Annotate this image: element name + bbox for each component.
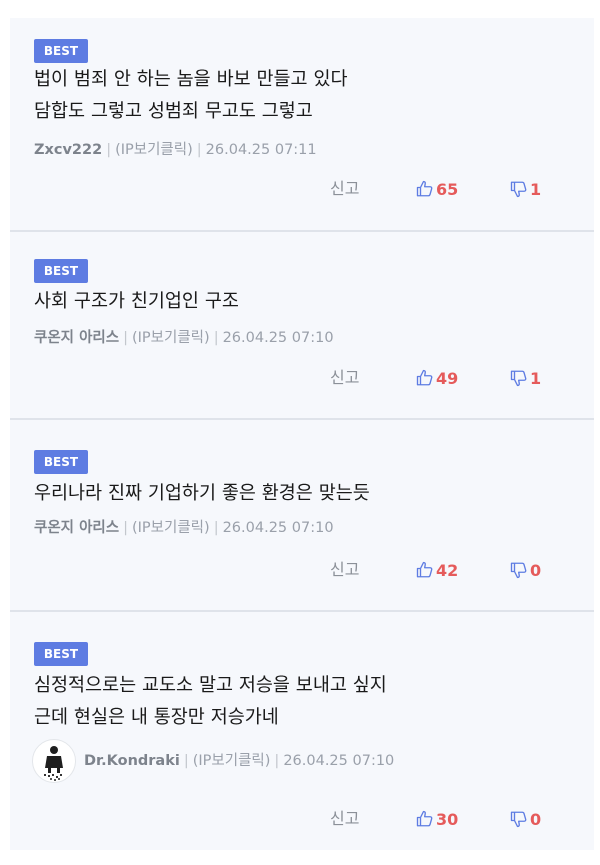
meta-divider: |: [123, 330, 128, 346]
comment-text-line: 근데 현실은 내 통장만 저승가네: [34, 707, 279, 728]
thumbs-up-icon: [416, 810, 433, 827]
best-badge: BEST: [34, 259, 88, 283]
report-button[interactable]: 신고: [330, 558, 359, 582]
comment-text-line: 사회 구조가 친기업인 구조: [34, 291, 239, 312]
meta-divider: |: [274, 753, 280, 769]
author-name[interactable]: Dr.Kondraki: [84, 751, 180, 771]
like-count: 49: [436, 368, 459, 388]
like-count: 42: [436, 560, 459, 580]
meta-divider: |: [196, 142, 202, 158]
meta-divider: |: [213, 520, 219, 536]
ip-view-link[interactable]: (IP보기클릭): [132, 518, 210, 538]
dislike-button[interactable]: 1: [510, 177, 541, 201]
comment-meta: 쿠온지 아리스 | (IP보기클릭) | 26.04.25 07:10: [34, 518, 334, 538]
thumbs-down-icon: [510, 181, 527, 198]
thumbs-down-icon: [510, 370, 527, 387]
report-button[interactable]: 신고: [330, 177, 359, 201]
like-button[interactable]: 65: [416, 177, 458, 201]
author-name[interactable]: Zxcv222: [34, 140, 102, 160]
comment-text-line: 법이 범죄 안 하는 놈을 바보 만들고 있다: [34, 69, 348, 90]
comment-date: 26.04.25 07:10: [283, 753, 395, 769]
author-name[interactable]: 쿠온지 아리스: [34, 518, 119, 538]
best-badge: BEST: [34, 39, 88, 63]
comment-meta: Dr.Kondraki | (IP보기클릭) | 26.04.25 07:10: [32, 738, 394, 784]
meta-divider: |: [183, 753, 189, 769]
like-count: 65: [436, 179, 459, 199]
ip-view-link[interactable]: (IP보기클릭): [193, 751, 271, 771]
best-badge: BEST: [34, 642, 88, 666]
comment-list: BEST 법이 범죄 안 하는 놈을 바보 만들고 있다 담합도 그렇고 성범죄…: [10, 18, 594, 850]
comment-item: BEST 우리나라 진짜 기업하기 좋은 환경은 맞는듯 쿠온지 아리스 | (…: [10, 420, 594, 610]
dislike-count: 1: [530, 368, 542, 388]
ip-view-link[interactable]: (IP보기클릭): [132, 328, 210, 348]
report-button[interactable]: 신고: [330, 807, 359, 831]
dislike-button[interactable]: 0: [510, 807, 541, 831]
comment-text-line: 담합도 그렇고 성범죄 무고도 그렇고: [34, 101, 313, 122]
thumbs-down-icon: [510, 562, 527, 579]
comment-actions: 신고 30 0: [10, 807, 594, 831]
dislike-count: 0: [530, 560, 542, 580]
comment-text-line: 심정적으로는 교도소 말고 저승을 보내고 싶지: [34, 675, 387, 696]
dislike-button[interactable]: 1: [510, 366, 541, 390]
avatar-figure-icon: [44, 746, 63, 781]
dislike-button[interactable]: 0: [510, 558, 541, 582]
thumbs-up-icon: [416, 561, 433, 578]
thumbs-down-icon: [510, 811, 527, 828]
comment-actions: 신고 65 1: [10, 177, 594, 201]
like-button[interactable]: 30: [416, 807, 458, 831]
like-button[interactable]: 42: [416, 558, 458, 582]
comment-meta: Zxcv222 | (IP보기클릭) | 26.04.25 07:11: [34, 140, 317, 160]
comment-actions: 신고 49 1: [10, 366, 594, 390]
comment-date: 26.04.25 07:10: [222, 520, 334, 536]
comment-date: 26.04.25 07:10: [222, 330, 334, 346]
comment-item: BEST 사회 구조가 친기업인 구조 쿠온지 아리스 | (IP보기클릭) |…: [10, 232, 594, 418]
like-count: 30: [436, 809, 459, 829]
comment-meta: 쿠온지 아리스 | (IP보기클릭) | 26.04.25 07:10: [34, 328, 334, 348]
comment-item: BEST 법이 범죄 안 하는 놈을 바보 만들고 있다 담합도 그렇고 성범죄…: [10, 18, 594, 230]
meta-divider: |: [213, 330, 219, 346]
comment-date: 26.04.25 07:11: [205, 142, 317, 158]
ip-view-link[interactable]: (IP보기클릭): [115, 140, 193, 160]
comment-text-line: 우리나라 진짜 기업하기 좋은 환경은 맞는듯: [34, 483, 370, 504]
report-button[interactable]: 신고: [330, 366, 359, 390]
thumbs-up-icon: [416, 369, 433, 386]
dislike-count: 1: [530, 179, 542, 199]
author-name[interactable]: 쿠온지 아리스: [34, 328, 119, 348]
comment-item: BEST 심정적으로는 교도소 말고 저승을 보내고 싶지 근데 현실은 내 통…: [10, 612, 594, 850]
comment-actions: 신고 42 0: [10, 558, 594, 582]
best-badge: BEST: [34, 450, 88, 474]
like-button[interactable]: 49: [416, 366, 458, 390]
meta-divider: |: [123, 520, 128, 536]
dislike-count: 0: [530, 809, 542, 829]
meta-divider: |: [106, 142, 112, 158]
thumbs-up-icon: [416, 180, 433, 197]
user-avatar[interactable]: [32, 739, 76, 783]
